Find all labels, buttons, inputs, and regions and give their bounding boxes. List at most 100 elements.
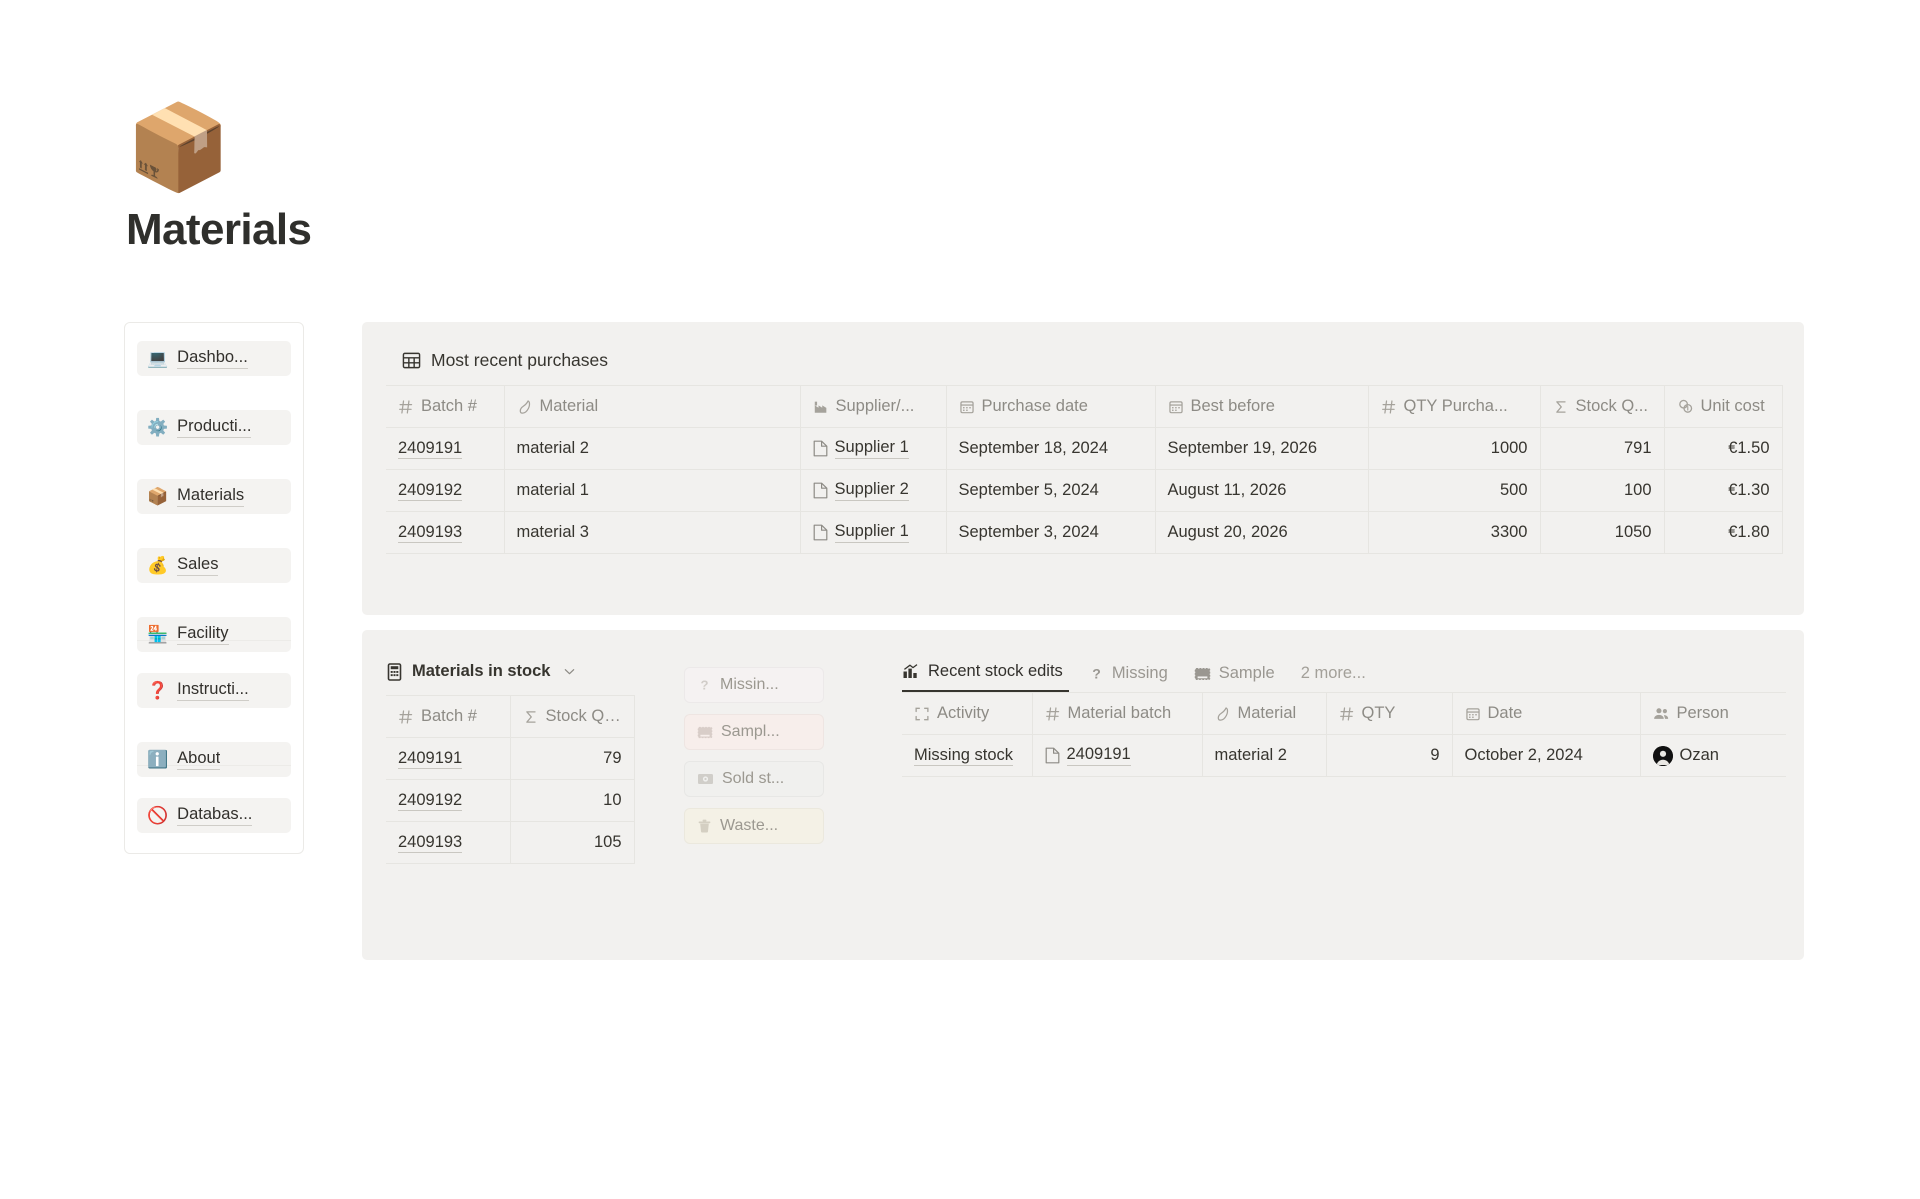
column-header-purchase-date[interactable]: Purchase date [946,385,1156,428]
cell-supplier[interactable]: Supplier 2 [800,469,947,512]
cell-purchase-date: September 18, 2024 [946,427,1156,470]
column-header-label: Activity [937,704,990,722]
cell-batch[interactable]: 2409191 [386,427,505,470]
stock-action-buttons: ? Missin... Sampl... Sold st... Waste... [684,662,824,855]
cell-supplier[interactable]: Supplier 1 [800,427,947,470]
recent-stock-edits-panel: Recent stock edits ? Missing Sample 2 mo… [902,662,1786,777]
column-header-material[interactable]: Material [504,385,801,428]
sidebar-item-about[interactable]: ℹ️ About [137,742,291,777]
column-header-person[interactable]: Person [1640,692,1786,735]
column-header-date[interactable]: Date [1452,692,1641,735]
supplier-link[interactable]: Supplier 1 [834,522,909,543]
sidebar-item-label: Facility [177,624,229,645]
cell-batch[interactable]: 2409192 [386,469,505,512]
sidebar-item-sales[interactable]: 💰 Sales [137,548,291,583]
package-icon: 📦 [147,487,169,506]
page-icon [813,482,828,499]
gear-icon: ⚙️ [147,418,169,437]
info-icon: ℹ️ [147,750,169,769]
cell-material: material 1 [504,469,801,512]
cell-stock-qty: 105 [510,821,635,864]
cell-batch[interactable]: 2409192 [386,779,511,822]
purchases-header-row: Batch # Material Supplier/... Purchase d… [386,385,1783,428]
cell-stock-qty: 10 [510,779,635,822]
page-title: Materials [126,205,312,254]
edits-header-row: Activity Material batch Material QTY Dat… [902,692,1786,735]
table-row: 2409191 79 [386,737,635,780]
waste-button[interactable]: Waste... [684,808,824,844]
column-header-material[interactable]: Material [1202,692,1327,735]
hash-icon [398,399,414,415]
sidebar-item-dashboard[interactable]: 💻 Dashbo... [137,341,291,376]
column-header-label: QTY [1361,704,1396,722]
stock-edits-tabs: Recent stock edits ? Missing Sample 2 mo… [902,662,1786,692]
person-name: Ozan [1679,746,1719,764]
column-header-qty-purchased[interactable]: QTY Purcha... [1368,385,1541,428]
cell-best-before: August 20, 2026 [1155,511,1369,554]
column-header-label: Best before [1190,397,1275,415]
sidebar-item-databases[interactable]: 🚫 Databas... [137,798,291,833]
column-header-qty[interactable]: QTY [1326,692,1453,735]
sidebar-item-instructions[interactable]: ❓ Instructi... [137,673,291,708]
cell-person[interactable]: Ozan [1640,734,1786,777]
sample-button[interactable]: Sampl... [684,714,824,750]
cell-stock-qty: 1050 [1540,511,1665,554]
button-label: Sold st... [722,770,785,787]
column-header-activity[interactable]: Activity [902,692,1033,735]
column-header-batch[interactable]: Batch # [386,695,511,738]
calendar-icon [1465,706,1481,722]
cell-purchase-date: September 3, 2024 [946,511,1156,554]
page-header: 📦 Materials [126,105,312,255]
batch-link[interactable]: 2409192 [398,791,463,811]
activity-link[interactable]: Missing stock [914,746,1014,766]
trash-icon [697,818,712,834]
materials-in-stock-title[interactable]: Materials in stock [386,662,634,695]
hash-icon [1381,399,1397,415]
batch-link[interactable]: 2409193 [398,523,463,543]
missing-stock-button[interactable]: ? Missin... [684,667,824,703]
tab-recent-stock-edits[interactable]: Recent stock edits [902,662,1069,692]
people-icon [1653,706,1670,721]
column-header-label: QTY Purcha... [1403,397,1508,415]
supplier-link[interactable]: Supplier 2 [834,480,909,501]
cell-batch[interactable]: 2409193 [386,821,511,864]
batch-link[interactable]: 2409193 [398,833,463,853]
cell-material-batch[interactable]: 2409191 [1032,734,1203,777]
column-header-label: Batch # [421,397,477,415]
column-header-label: Stock Q... [1575,397,1648,415]
material-batch-link[interactable]: 2409191 [1066,745,1131,766]
cell-supplier[interactable]: Supplier 1 [800,511,947,554]
sold-stock-button[interactable]: Sold st... [684,761,824,797]
sidebar-item-label: Materials [177,486,245,507]
chevron-down-icon[interactable] [563,665,576,678]
sidebar-item-facility[interactable]: 🏪 Facility [137,617,291,652]
batch-link[interactable]: 2409191 [398,439,463,459]
column-header-batch[interactable]: Batch # [386,385,505,428]
column-header-unit-cost[interactable]: Unit cost [1664,385,1783,428]
column-header-stock-qty[interactable]: Stock QTY [510,695,635,738]
column-header-material-batch[interactable]: Material batch [1032,692,1203,735]
sidebar-item-production[interactable]: ⚙️ Producti... [137,410,291,445]
column-header-label: Batch # [421,707,477,725]
sidebar-item-materials[interactable]: 📦 Materials [137,479,291,514]
column-header-label: Material batch [1067,704,1172,722]
expand-icon [914,706,930,722]
cell-batch[interactable]: 2409191 [386,737,511,780]
table-row: 2409193 105 [386,821,635,864]
column-header-stock-qty[interactable]: Stock Q... [1540,385,1665,428]
tab-label: Missing [1111,664,1168,682]
supplier-link[interactable]: Supplier 1 [834,438,909,459]
cell-batch[interactable]: 2409193 [386,511,505,554]
cell-stock-qty: 79 [510,737,635,780]
materials-in-stock-table: Batch # Stock QTY 2409191 79 2409192 10 [386,695,635,864]
batch-link[interactable]: 2409192 [398,481,463,501]
batch-link[interactable]: 2409191 [398,749,463,769]
cell-activity[interactable]: Missing stock [902,734,1033,777]
tab-missing[interactable]: ? Missing [1089,664,1182,692]
column-header-best-before[interactable]: Best before [1155,385,1369,428]
column-header-label: Supplier/... [835,397,915,415]
tab-more[interactable]: 2 more... [1301,664,1366,692]
tab-sample[interactable]: Sample [1194,664,1289,692]
tab-label: 2 more... [1300,664,1366,682]
column-header-supplier[interactable]: Supplier/... [800,385,947,428]
